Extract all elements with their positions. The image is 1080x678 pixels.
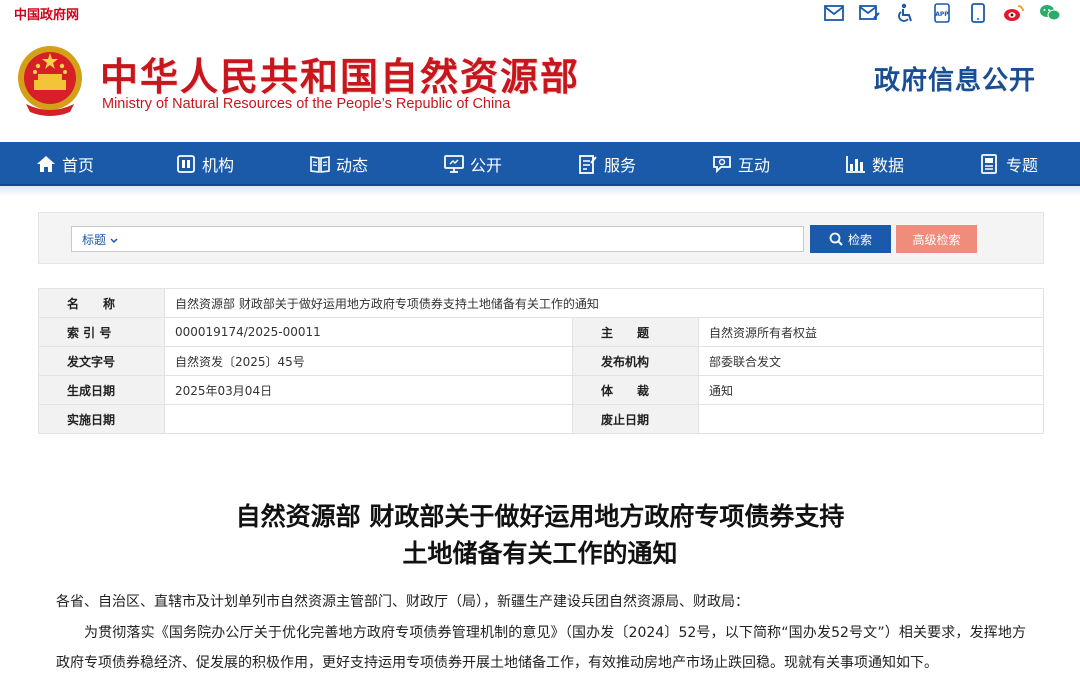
effective-date-label: 实施日期: [38, 404, 165, 434]
expire-date-value: [698, 404, 1044, 434]
app-icon[interactable]: APP: [930, 2, 954, 24]
search-button-label: 检索: [847, 232, 872, 247]
article-paragraph: 为贯彻落实《国务院办公厅关于优化完善地方政府专项债券管理机制的意见》（国办发〔2…: [56, 625, 1026, 671]
disclosure-icon: [444, 154, 464, 174]
search-input[interactable]: [124, 229, 794, 249]
document-info-table: 名 称 自然资源部 财政部关于做好运用地方政府专项债券支持土地储备有关工作的通知…: [38, 288, 1044, 434]
issuer-label: 发布机构: [572, 346, 699, 376]
nav-item-data[interactable]: 数据: [808, 142, 942, 186]
docno-label: 发文字号: [38, 346, 165, 376]
expire-date-label: 废止日期: [572, 404, 699, 434]
genre-label: 体 裁: [572, 375, 699, 405]
mail-edit-icon[interactable]: [858, 2, 882, 24]
site-title-english: Ministry of Natural Resources of the Peo…: [102, 96, 511, 112]
nav-label: 动态: [335, 156, 368, 175]
nav-label: 首页: [62, 156, 95, 175]
nav-label: 互动: [737, 156, 770, 175]
search-panel: 标题 检索 高级检索: [38, 212, 1044, 264]
utility-icons: APP: [822, 2, 1062, 24]
weibo-icon[interactable]: [1002, 2, 1026, 24]
nav-label: 数据: [871, 156, 904, 175]
nav-label: 公开: [469, 156, 502, 175]
top-utility-bar: 中国政府网 APP: [0, 0, 1080, 26]
search-scope-label: 标题: [82, 233, 107, 247]
service-icon: [578, 154, 598, 174]
article-title: 自然资源部 财政部关于做好运用地方政府专项债券支持 土地储备有关工作的通知: [0, 498, 1080, 572]
nav-item-service[interactable]: 服务: [540, 142, 674, 186]
search-icon: [829, 232, 843, 246]
table-row: 名 称 自然资源部 财政部关于做好运用地方政府专项债券支持土地储备有关工作的通知: [38, 288, 1044, 318]
advanced-search-button[interactable]: 高级检索: [896, 225, 977, 253]
topic-value: 自然资源所有者权益: [698, 317, 1044, 347]
effective-date-value: [164, 404, 573, 434]
search-button[interactable]: 检索: [810, 225, 891, 253]
index-label: 索 引 号: [38, 317, 165, 347]
news-icon: [310, 154, 330, 174]
gov-portal-link[interactable]: 中国政府网: [14, 4, 79, 23]
date-label: 生成日期: [38, 375, 165, 405]
article-title-line-2: 土地储备有关工作的通知: [402, 539, 678, 568]
nav-item-interaction[interactable]: 互动: [674, 142, 808, 186]
docno-value: 自然资发〔2025〕45号: [164, 346, 573, 376]
table-row: 生成日期 2025年03月04日 体 裁 通知: [38, 375, 1044, 405]
national-emblem-logo[interactable]: [16, 44, 84, 120]
chevron-down-icon: [110, 238, 118, 244]
index-value: 000019174/2025-00011: [164, 317, 573, 347]
article-title-line-1: 自然资源部 财政部关于做好运用地方政府专项债券支持: [235, 502, 845, 531]
table-row: 实施日期 废止日期: [38, 404, 1044, 434]
wechat-icon[interactable]: [1038, 2, 1062, 24]
article-salutation: 各省、自治区、直辖市及计划单列市自然资源主管部门、财政厅（局），新疆生产建设兵团…: [56, 594, 749, 610]
name-label: 名 称: [38, 288, 165, 318]
search-scope-select[interactable]: 标题: [82, 231, 118, 248]
nav-label: 服务: [603, 156, 636, 175]
nav-item-topic[interactable]: 专题: [942, 142, 1076, 186]
genre-value: 通知: [698, 375, 1044, 405]
nav-shadow: [0, 186, 1080, 196]
svg-text:APP: APP: [935, 11, 949, 18]
home-icon: [36, 154, 56, 174]
nav-item-news[interactable]: 动态: [272, 142, 406, 186]
nav-item-home[interactable]: 首页: [18, 142, 138, 186]
site-header: 中华人民共和国自然资源部 Ministry of Natural Resourc…: [0, 26, 1080, 142]
section-title[interactable]: 政府信息公开: [874, 60, 1036, 97]
chat-icon: [712, 154, 732, 174]
accessibility-icon[interactable]: [894, 2, 918, 24]
nav-item-disclosure[interactable]: 公开: [406, 142, 540, 186]
topic-icon: [980, 154, 1000, 174]
nav-label: 专题: [1005, 156, 1038, 175]
date-value: 2025年03月04日: [164, 375, 573, 405]
name-value: 自然资源部 财政部关于做好运用地方政府专项债券支持土地储备有关工作的通知: [164, 288, 1044, 318]
search-field: 标题: [71, 226, 804, 252]
topic-label: 主 题: [572, 317, 699, 347]
main-nav: 首页 机构 动态 公开 服务 互动 数据 专题: [0, 142, 1080, 186]
table-row: 索 引 号 000019174/2025-00011 主 题 自然资源所有者权益: [38, 317, 1044, 347]
nav-label: 机构: [201, 156, 234, 175]
site-title-chinese[interactable]: 中华人民共和国自然资源部: [100, 46, 580, 101]
org-icon: [176, 154, 196, 174]
issuer-value: 部委联合发文: [698, 346, 1044, 376]
mobile-icon[interactable]: [966, 2, 990, 24]
nav-item-org[interactable]: 机构: [138, 142, 272, 186]
chart-icon: [846, 154, 866, 174]
mail-icon[interactable]: [822, 2, 846, 24]
table-row: 发文字号 自然资发〔2025〕45号 发布机构 部委联合发文: [38, 346, 1044, 376]
